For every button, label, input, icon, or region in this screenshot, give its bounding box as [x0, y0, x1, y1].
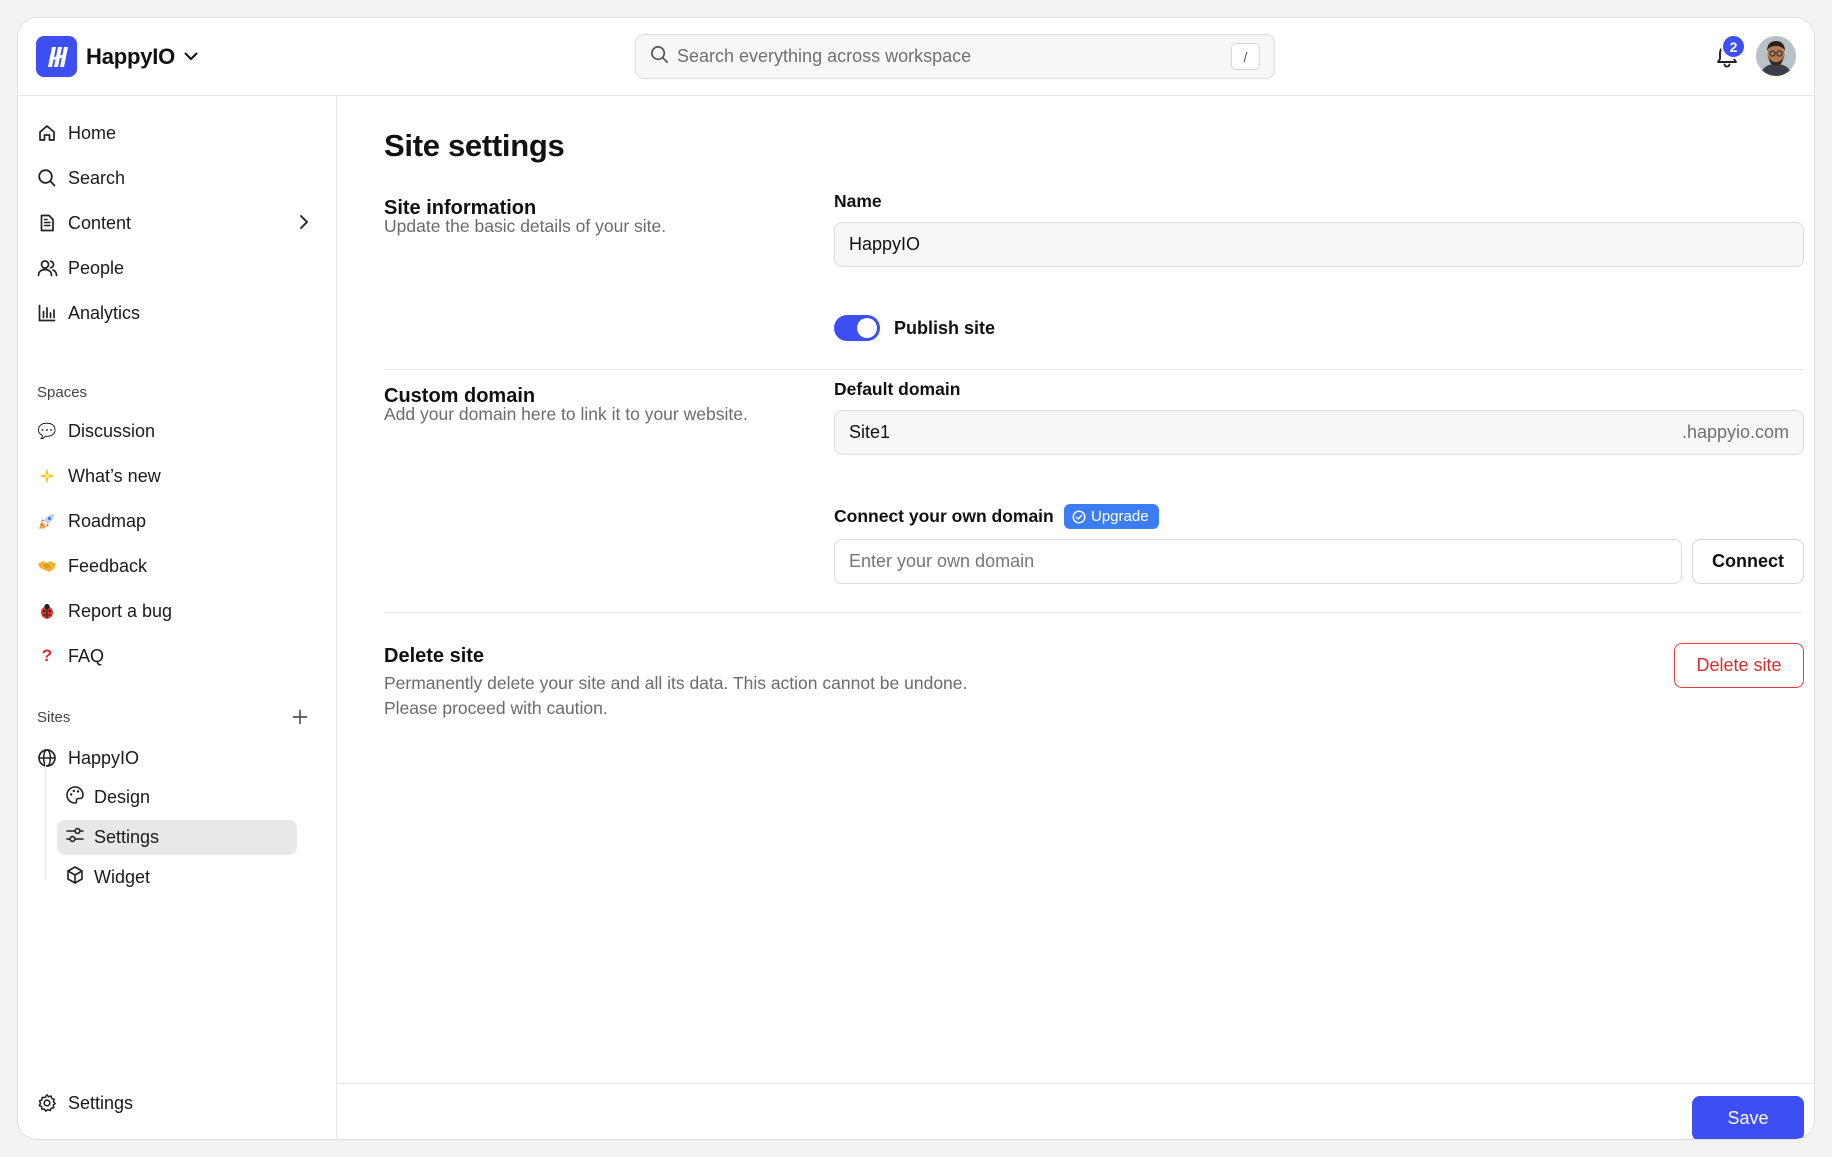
sidebar-item-label: Discussion	[68, 420, 156, 441]
question-mark-icon: ?	[41, 646, 53, 665]
name-label: Name	[834, 191, 882, 211]
delete-site-description-line1: Permanently delete your site and all its…	[384, 673, 968, 693]
section-divider	[384, 612, 1803, 613]
sidebar-item-discussion[interactable]: 💬 Discussion	[30, 413, 325, 449]
palette-icon	[65, 785, 85, 810]
user-avatar[interactable]	[1756, 36, 1796, 76]
footer-bar: Save	[338, 1083, 1814, 1139]
sidebar-item-label: Settings	[68, 1092, 134, 1113]
sidebar-item-label: Design	[94, 787, 151, 807]
sidebar-item-analytics[interactable]: Analytics	[30, 295, 325, 331]
delete-site-title: Delete site	[384, 645, 485, 667]
sidebar-item-whats-new[interactable]: What’s new	[30, 458, 325, 494]
section-divider	[384, 369, 1803, 370]
sidebar-item-roadmap[interactable]: Roadmap	[30, 503, 325, 539]
search-icon	[36, 167, 58, 189]
workspace-name: HappyIO	[86, 43, 176, 69]
check-circle-icon	[1072, 509, 1086, 524]
gear-icon	[36, 1092, 58, 1114]
sidebar-item-design[interactable]: Design	[57, 780, 297, 815]
upgrade-badge[interactable]: Upgrade	[1064, 504, 1159, 529]
toggle-knob	[857, 318, 877, 338]
sidebar-item-report-a-bug[interactable]: Report a bug	[30, 593, 325, 629]
bar-chart-icon	[36, 302, 58, 324]
sidebar-item-site-happyio[interactable]: HappyIO	[30, 740, 325, 776]
sidebar-item-label: People	[68, 257, 125, 278]
own-domain-input[interactable]	[849, 551, 1667, 572]
publish-site-toggle[interactable]	[834, 315, 880, 341]
sparkle-icon	[36, 465, 58, 487]
sidebar-item-label: Feedback	[68, 555, 148, 576]
name-input[interactable]	[849, 234, 1789, 255]
publish-site-label: Publish site	[894, 318, 996, 338]
custom-domain-description: Add your domain here to link it to your …	[384, 404, 748, 424]
notification-count-badge: 2	[1721, 34, 1746, 59]
upgrade-label: Upgrade	[1091, 508, 1149, 525]
document-icon	[36, 212, 58, 234]
delete-site-description-line2: Please proceed with caution.	[384, 698, 608, 718]
sidebar-item-label: Roadmap	[68, 510, 147, 531]
own-domain-label: Connect your own domain	[834, 506, 1054, 526]
global-search[interactable]: /	[635, 34, 1275, 79]
chevron-right-icon	[299, 214, 309, 235]
save-button[interactable]: Save	[1692, 1096, 1804, 1139]
default-domain-field[interactable]: .happyio.com	[834, 410, 1804, 455]
sidebar-item-home[interactable]: Home	[30, 115, 325, 151]
cube-icon	[65, 865, 85, 890]
own-domain-field[interactable]	[834, 539, 1682, 584]
spaces-section-label: Spaces	[37, 384, 88, 401]
sidebar-item-widget[interactable]: Widget	[57, 860, 297, 895]
sidebar-item-label: Report a bug	[68, 600, 173, 621]
top-bar: HappyIO / 2	[18, 18, 1814, 96]
domain-suffix: .happyio.com	[1681, 422, 1789, 442]
chevron-down-icon	[184, 52, 198, 61]
sidebar-item-faq[interactable]: ? FAQ	[30, 638, 325, 674]
sidebar-item-label: Settings	[94, 827, 160, 847]
speech-bubble-icon: 💬	[37, 422, 57, 440]
search-shortcut-hint: /	[1231, 43, 1260, 70]
sidebar-item-settings[interactable]: Settings	[30, 1085, 325, 1121]
search-input[interactable]	[677, 46, 1231, 67]
tree-guide-line	[45, 760, 46, 880]
sidebar-item-label: HappyIO	[68, 747, 140, 768]
sidebar-item-settings-active[interactable]: Settings	[57, 820, 297, 855]
sidebar-item-label: Search	[68, 167, 126, 188]
default-domain-input[interactable]	[849, 422, 1682, 443]
sidebar-item-label: Content	[68, 212, 132, 233]
app-window: HappyIO / 2	[17, 17, 1815, 1140]
happyio-logo-icon	[36, 36, 77, 77]
sidebar-item-label: Widget	[94, 867, 151, 887]
ladybug-icon	[36, 600, 58, 622]
sliders-icon	[65, 825, 85, 850]
workspace-switcher[interactable]: HappyIO	[36, 36, 198, 77]
main-content: Site settings Site information Update th…	[338, 96, 1814, 1139]
sidebar-item-label: What’s new	[68, 465, 161, 486]
page-title: Site settings	[384, 128, 565, 163]
add-site-plus-icon[interactable]	[290, 707, 310, 727]
name-field[interactable]	[834, 222, 1804, 267]
site-information-description: Update the basic details of your site.	[384, 216, 667, 236]
sidebar: Home Search Content People Analytics Spa…	[18, 96, 337, 1139]
people-icon	[36, 257, 58, 279]
rocket-icon	[36, 510, 58, 532]
handshake-icon	[36, 555, 58, 577]
sidebar-item-label: Home	[68, 122, 117, 143]
sites-section-label: Sites	[37, 709, 71, 726]
sidebar-item-people[interactable]: People	[30, 250, 325, 286]
sidebar-item-search[interactable]: Search	[30, 160, 325, 196]
connect-button[interactable]: Connect	[1692, 539, 1804, 584]
sidebar-item-label: FAQ	[68, 645, 105, 666]
sidebar-item-content[interactable]: Content	[30, 205, 325, 241]
sidebar-item-label: Analytics	[68, 302, 141, 323]
home-icon	[36, 122, 58, 144]
globe-icon	[36, 747, 58, 769]
sidebar-item-feedback[interactable]: Feedback	[30, 548, 325, 584]
delete-site-button[interactable]: Delete site	[1674, 643, 1804, 688]
search-icon	[650, 45, 669, 69]
default-domain-label: Default domain	[834, 379, 961, 399]
